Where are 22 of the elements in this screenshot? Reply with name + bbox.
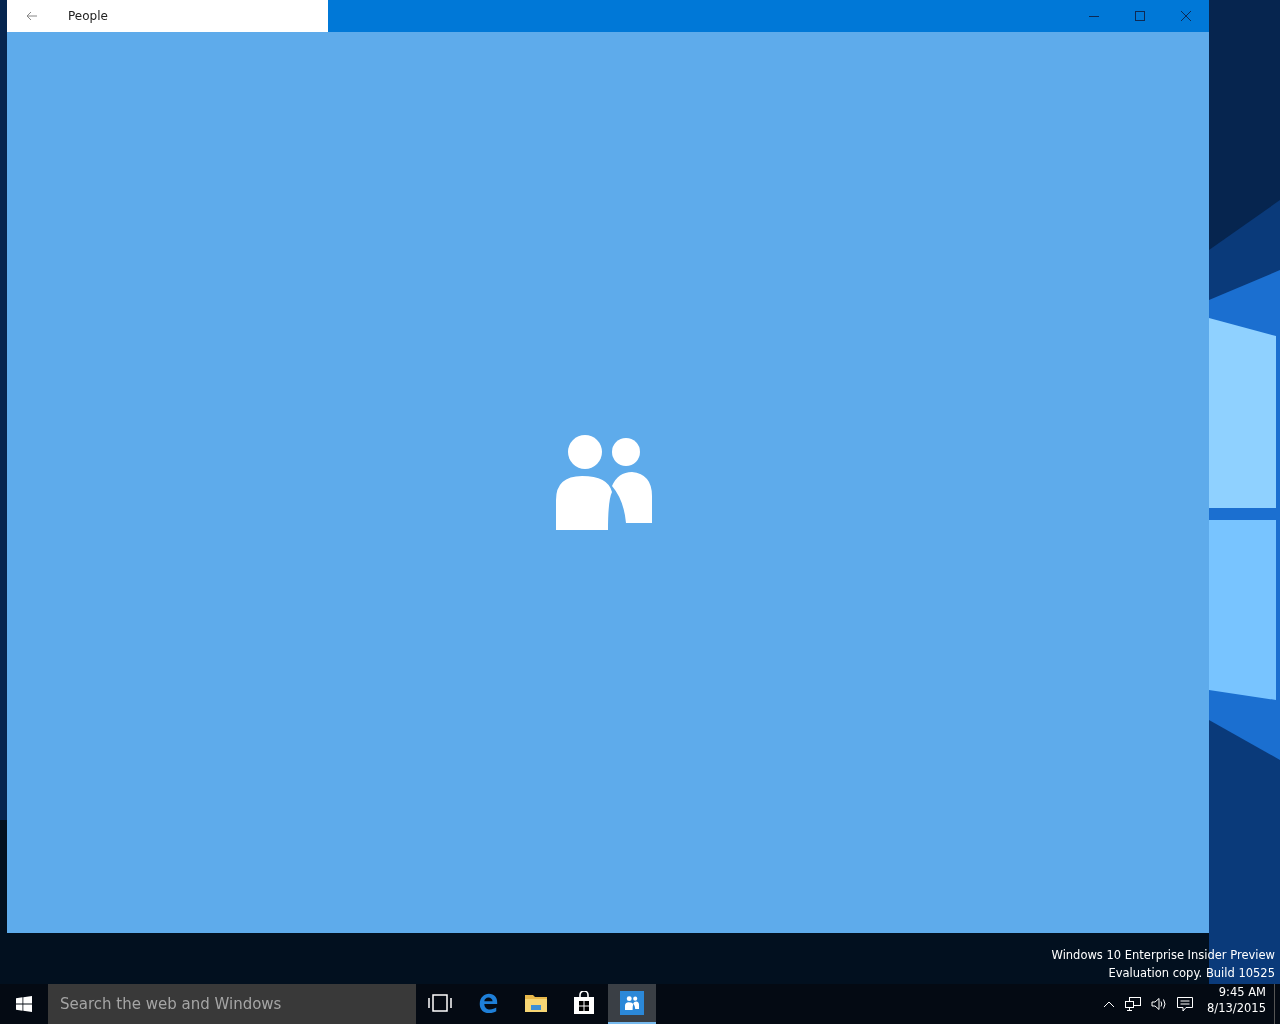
shopping-bag-icon — [573, 991, 595, 1015]
clock-time: 9:45 AM — [1218, 984, 1266, 1000]
network-icon[interactable] — [1125, 997, 1142, 1011]
people-icon — [556, 433, 652, 530]
window-title: People — [68, 9, 108, 23]
e-logo-icon — [477, 992, 499, 1014]
maximize-icon — [1135, 11, 1145, 21]
back-arrow-icon — [26, 11, 38, 21]
close-icon — [1181, 11, 1191, 21]
task-view-icon — [428, 993, 452, 1013]
chevron-up-icon[interactable] — [1103, 1000, 1116, 1008]
speaker-icon[interactable] — [1151, 997, 1168, 1011]
clock-date: 8/13/2015 — [1207, 1000, 1266, 1016]
taskbar-app-button[interactable] — [608, 984, 656, 1024]
search-field[interactable]: Search the web and Windows — [48, 984, 416, 1024]
windows-logo-icon — [16, 996, 32, 1012]
folder-icon — [524, 993, 548, 1013]
clock[interactable]: 9:45 AM 8/13/2015 — [1207, 984, 1266, 1024]
build-notice-line: Windows 10 Enterprise Insider Preview — [1051, 947, 1275, 964]
message-icon[interactable] — [1177, 996, 1194, 1012]
build-notice-line: Evaluation copy. Build 10525 — [1108, 965, 1275, 982]
people-app-icon — [620, 991, 644, 1015]
